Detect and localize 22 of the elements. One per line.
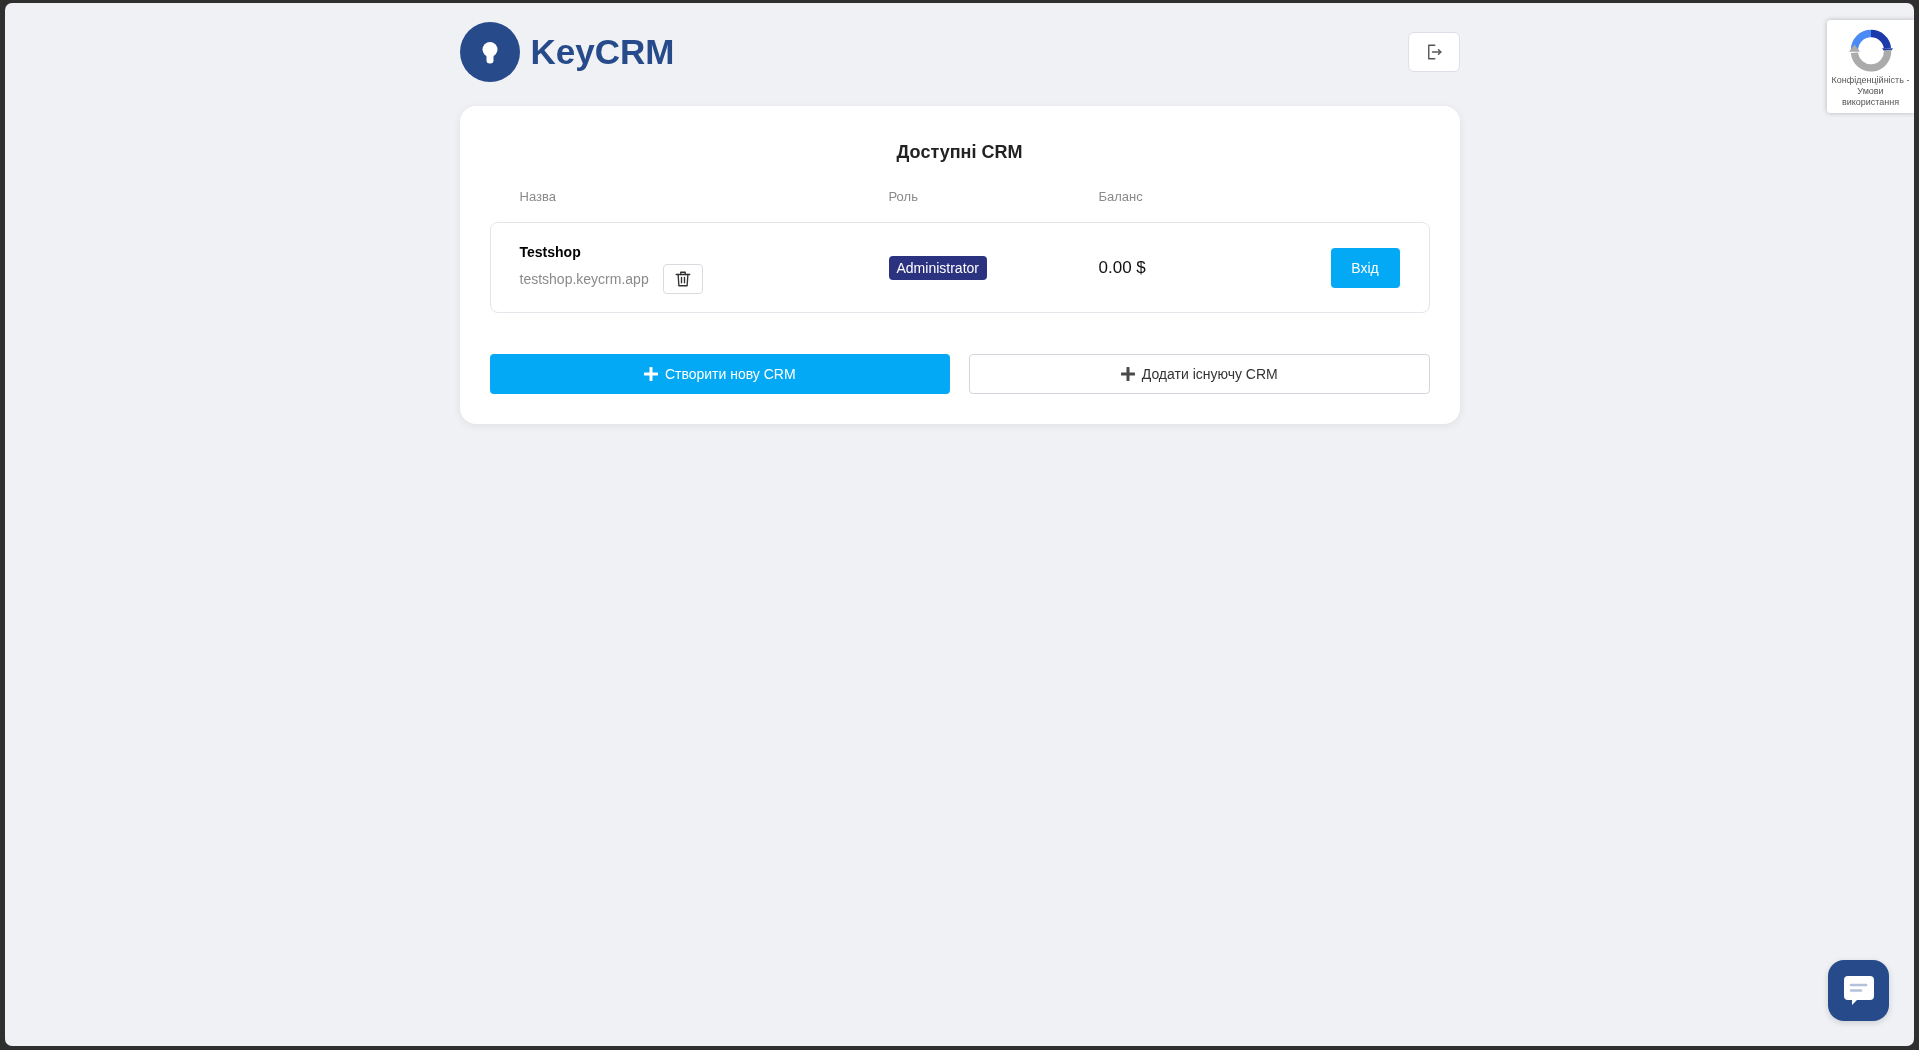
plus-icon — [1120, 367, 1135, 381]
crm-domain: testshop.keycrm.app — [519, 270, 649, 289]
balance-text: 0.00 $ — [1098, 258, 1146, 277]
plus-icon — [643, 367, 658, 381]
chat-bubble-icon — [1843, 975, 1874, 1006]
create-crm-button[interactable]: Створити нову CRM — [489, 354, 950, 394]
logout-button[interactable] — [1407, 32, 1460, 72]
delete-button[interactable] — [662, 264, 703, 294]
column-header: Роль — [888, 189, 918, 204]
privacy-terms-text: Конфіденційність - Умови використання — [1830, 75, 1911, 108]
enter-button[interactable]: Вхід — [1330, 248, 1400, 288]
logo-text: KeyCRM — [530, 32, 675, 72]
crm-name: Testshop — [519, 243, 581, 262]
trash-icon — [673, 270, 692, 288]
card-title: Доступні CRM — [895, 141, 1024, 164]
circular-arrows-icon — [1847, 28, 1894, 72]
role-badge: Administrator — [888, 256, 987, 280]
column-header: Назва — [519, 189, 556, 204]
keyhole-logo-icon — [459, 22, 520, 82]
column-header: Баланс — [1098, 189, 1143, 204]
add-crm-button[interactable]: Додати існуючу CRM — [969, 354, 1430, 394]
chat-button[interactable] — [1828, 960, 1889, 1021]
